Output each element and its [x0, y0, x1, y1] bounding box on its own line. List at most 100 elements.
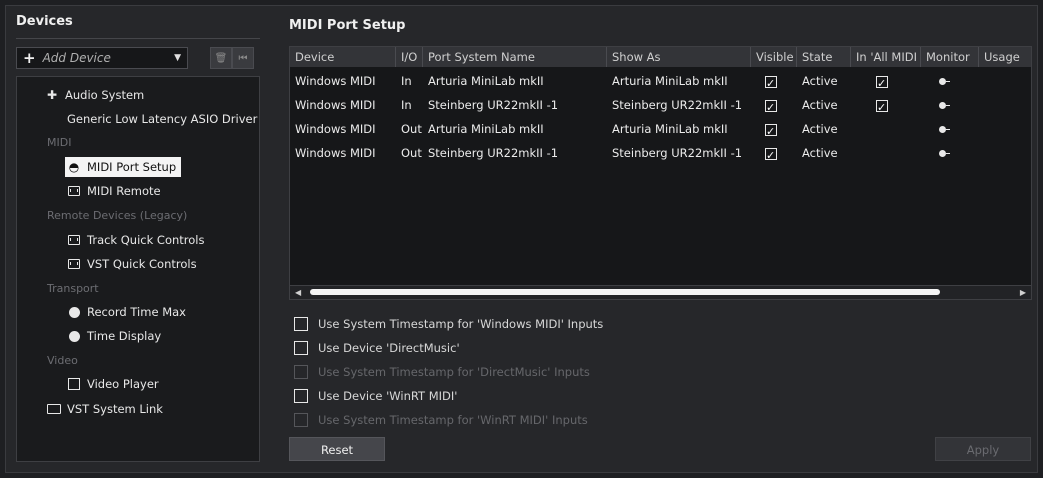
cell-device: Windows MIDI: [295, 122, 376, 136]
option-directmusic-timestamp: Use System Timestamp for 'DirectMusic' I…: [294, 363, 590, 381]
devices-panel-title: Devices: [16, 14, 73, 29]
tree-item-audio-system[interactable]: ✚ Audio System: [45, 85, 144, 105]
column-header-device[interactable]: Device: [290, 47, 396, 67]
cell-port-system-name: Steinberg UR22mkII -1: [428, 98, 559, 112]
page-title: MIDI Port Setup: [289, 18, 406, 33]
cell-state: Active: [802, 98, 838, 112]
cell-show-as[interactable]: Arturia MiniLab mkII: [607, 117, 751, 141]
table-row[interactable]: Windows MIDI Out Arturia MiniLab mkII Ar…: [290, 117, 1031, 141]
tree-item-time-display[interactable]: Time Display: [67, 326, 161, 346]
tree-item-video-player[interactable]: Video Player: [67, 374, 159, 394]
column-header-visible[interactable]: Visible: [751, 47, 797, 67]
option-label: Use System Timestamp for 'DirectMusic' I…: [318, 365, 590, 379]
trash-icon: 🗑: [214, 52, 228, 64]
cell-show-as[interactable]: Steinberg UR22mkII -1: [607, 93, 751, 117]
in-all-midi-checkbox[interactable]: [876, 72, 888, 93]
keyboard-icon: [67, 233, 81, 247]
option-label: Use System Timestamp for 'WinRT MIDI' In…: [318, 413, 588, 427]
cell-port-system-name: Arturia MiniLab mkII: [428, 74, 544, 88]
scroll-left-icon[interactable]: ◀: [295, 286, 301, 299]
tree-item-label: VST System Link: [67, 402, 163, 416]
cell-monitor: [934, 93, 964, 117]
table-row[interactable]: Windows MIDI In Arturia MiniLab mkII Art…: [290, 69, 1031, 93]
cell-port-system-name: Steinberg UR22mkII -1: [428, 146, 559, 160]
keyboard-icon: [67, 257, 81, 271]
table-row[interactable]: Windows MIDI Out Steinberg UR22mkII -1 S…: [290, 141, 1031, 165]
option-use-directmusic[interactable]: Use Device 'DirectMusic': [294, 339, 460, 357]
cell-monitor: [934, 141, 964, 165]
visible-checkbox[interactable]: [765, 72, 777, 93]
tree-item-label: Video Player: [87, 377, 159, 391]
column-header-show-as[interactable]: Show As: [607, 47, 751, 67]
in-all-midi-checkbox[interactable]: [876, 96, 888, 117]
cell-io: In: [401, 98, 412, 112]
tree-item-record-time-max[interactable]: Record Time Max: [67, 302, 186, 322]
visible-checkbox[interactable]: [765, 96, 777, 117]
cell-in-all-midi: [871, 93, 901, 117]
checkbox[interactable]: [294, 341, 308, 355]
reset-device-button[interactable]: ⏮: [232, 47, 254, 69]
column-header-state[interactable]: State: [797, 47, 851, 67]
column-header-io[interactable]: I/O: [396, 47, 423, 67]
table-header: Device I/O Port System Name Show As Visi…: [290, 47, 1031, 67]
monitor-toggle-icon[interactable]: [939, 125, 951, 134]
cell-device: Windows MIDI: [295, 146, 376, 160]
add-device-dropdown[interactable]: + Add Device ▼: [16, 47, 188, 69]
cell-device: Windows MIDI: [295, 74, 376, 88]
clock-icon: [67, 305, 81, 319]
checkbox[interactable]: [294, 317, 308, 331]
cell-state: Active: [802, 122, 838, 136]
cell-visible: [760, 141, 790, 165]
tree-item-track-quick-controls[interactable]: Track Quick Controls: [67, 230, 204, 250]
skip-back-icon: ⏮: [238, 52, 248, 64]
column-header-port-system-name[interactable]: Port System Name: [423, 47, 607, 67]
tree-header-midi: MIDI: [47, 135, 72, 149]
clock-icon: [67, 329, 81, 343]
table-row[interactable]: Windows MIDI In Steinberg UR22mkII -1 St…: [290, 93, 1031, 117]
scrollbar-thumb[interactable]: [310, 289, 940, 295]
tree-header-video: Video: [47, 353, 78, 367]
checkbox: [294, 413, 308, 427]
option-label: Use System Timestamp for 'Windows MIDI' …: [318, 317, 604, 331]
monitor-toggle-icon[interactable]: [939, 101, 951, 110]
horizontal-scrollbar[interactable]: ◀ ▶: [290, 285, 1031, 299]
tree-item-midi-port-setup[interactable]: ◓ MIDI Port Setup: [65, 157, 182, 177]
tree-item-asio-driver[interactable]: Generic Low Latency ASIO Driver: [67, 109, 257, 129]
cell-visible: [760, 69, 790, 93]
cell-io: Out: [401, 122, 422, 136]
cell-io: In: [401, 74, 412, 88]
tree-item-label: Track Quick Controls: [87, 233, 205, 247]
cell-monitor: [934, 117, 964, 141]
option-use-winrt-midi[interactable]: Use Device 'WinRT MIDI': [294, 387, 457, 405]
cell-show-as[interactable]: Steinberg UR22mkII -1: [607, 141, 751, 165]
tree-item-label: VST Quick Controls: [87, 257, 197, 271]
cell-io: Out: [401, 146, 422, 160]
reset-button[interactable]: Reset: [289, 437, 385, 461]
visible-checkbox[interactable]: [765, 144, 777, 165]
tree-item-label: Time Display: [87, 329, 162, 343]
scroll-right-icon[interactable]: ▶: [1020, 286, 1026, 299]
keyboard-icon: [67, 184, 81, 198]
chevron-down-icon: ▼: [174, 53, 181, 63]
cell-visible: [760, 117, 790, 141]
checkbox: [294, 365, 308, 379]
video-player-icon: [67, 377, 81, 391]
checkbox[interactable]: [294, 389, 308, 403]
monitor-toggle-icon[interactable]: [939, 77, 951, 86]
tree-item-midi-remote[interactable]: MIDI Remote: [67, 181, 161, 201]
column-header-monitor[interactable]: Monitor: [921, 47, 979, 67]
tree-item-vst-quick-controls[interactable]: VST Quick Controls: [67, 254, 197, 274]
monitor-toggle-icon[interactable]: [939, 149, 951, 158]
option-label: Use Device 'WinRT MIDI': [318, 389, 458, 403]
option-windows-midi-timestamp[interactable]: Use System Timestamp for 'Windows MIDI' …: [294, 315, 603, 333]
visible-checkbox[interactable]: [765, 120, 777, 141]
tree-item-vst-system-link[interactable]: VST System Link: [47, 399, 163, 419]
midi-port-icon: ◓: [68, 160, 80, 174]
column-header-usage[interactable]: Usage: [979, 47, 1031, 67]
cell-state: Active: [802, 74, 838, 88]
apply-button[interactable]: Apply: [935, 437, 1031, 461]
divider: [16, 38, 260, 39]
delete-device-button[interactable]: 🗑: [210, 47, 232, 69]
cell-show-as[interactable]: Arturia MiniLab mkII: [607, 69, 751, 93]
column-header-in-all-midi[interactable]: In 'All MIDI Inputs': [851, 47, 921, 67]
